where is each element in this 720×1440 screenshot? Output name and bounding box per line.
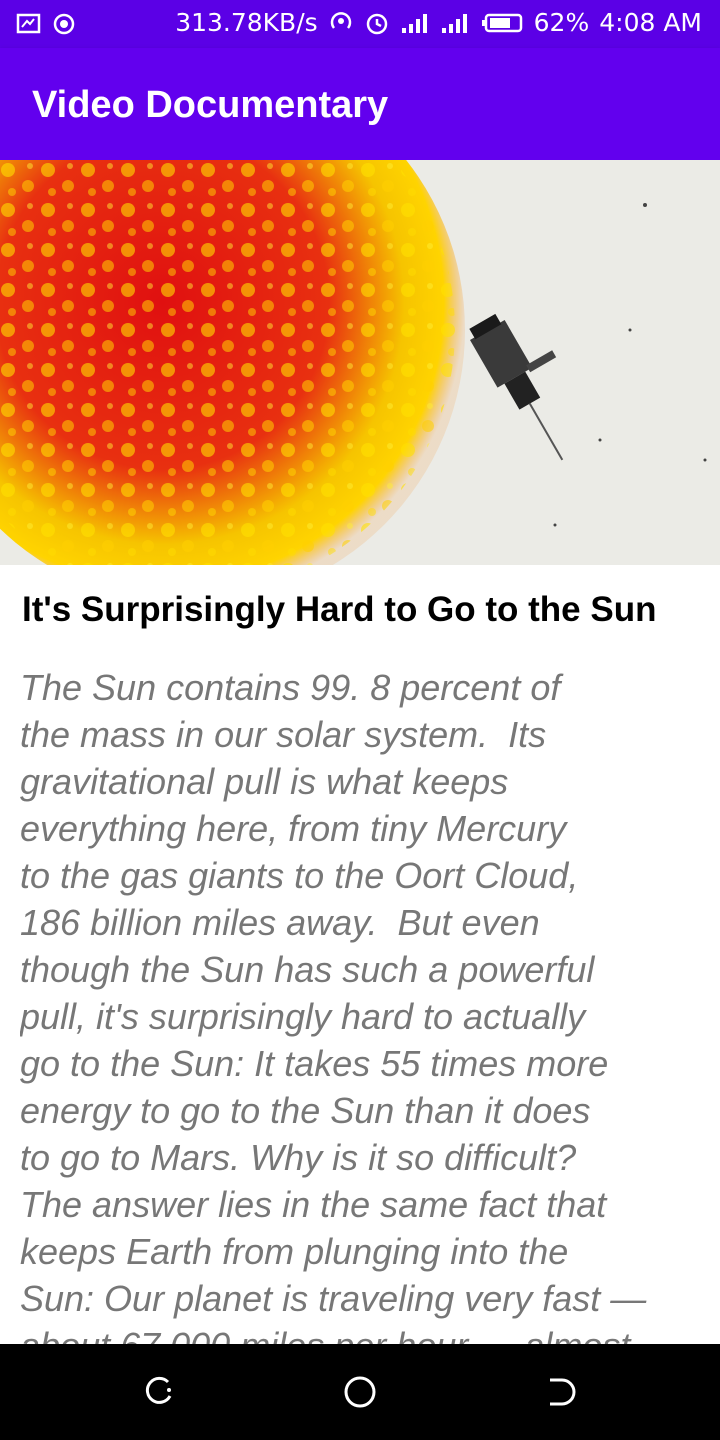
sun-probe-video-frame (0, 160, 720, 565)
app-title: Video Documentary (32, 84, 389, 126)
screenshot-icon (16, 13, 41, 34)
app-bar: Video Documentary (0, 48, 720, 160)
status-right: 313.78KB/s 62% 4:08 AM (175, 8, 702, 37)
hotspot-icon (330, 11, 351, 29)
status-left-icons (16, 12, 76, 36)
alarm-icon (366, 13, 387, 34)
article-body: The Sun contains 99. 8 percent of the ma… (20, 667, 647, 1344)
back-button-icon[interactable] (138, 1370, 182, 1414)
clock: 4:08 AM (599, 8, 702, 37)
signal-4g-icon (441, 13, 467, 33)
recent-apps-button-icon[interactable] (538, 1370, 582, 1414)
navigation-bar (0, 1344, 720, 1440)
home-button-icon[interactable] (338, 1370, 382, 1414)
signal-icon (401, 13, 427, 33)
battery-percent: 62% (533, 8, 590, 37)
video-player[interactable] (0, 160, 720, 565)
record-icon (53, 13, 75, 35)
network-speed: 313.78KB/s (175, 8, 318, 37)
article-headline: It's Surprisingly Hard to Go to the Sun (22, 590, 657, 629)
status-bar: 313.78KB/s 62% 4:08 AM (0, 0, 720, 48)
battery-icon (481, 13, 522, 32)
